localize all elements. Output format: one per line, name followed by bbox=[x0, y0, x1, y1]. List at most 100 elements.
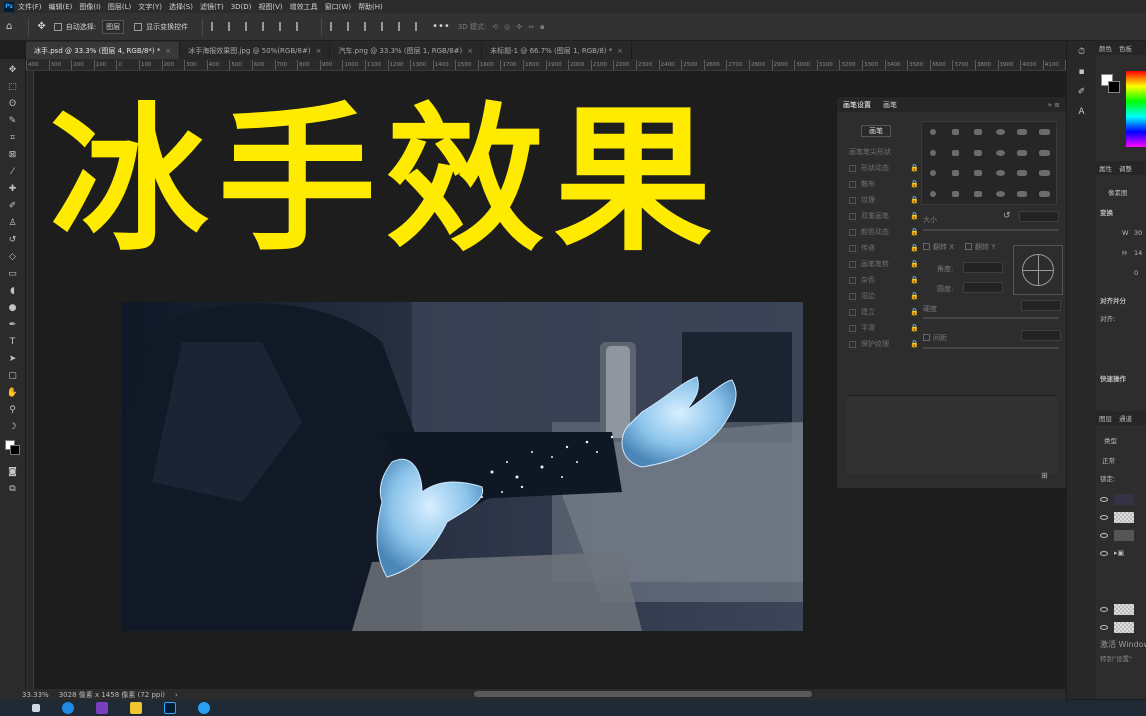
brush-tip-shape[interactable]: 画笔笔尖形状 bbox=[849, 145, 919, 159]
close-icon[interactable]: × bbox=[467, 47, 473, 55]
lock-icon[interactable]: 🔒 bbox=[910, 276, 919, 284]
brush-preset[interactable] bbox=[1017, 149, 1028, 156]
3d-scale-icon[interactable]: ▪ bbox=[540, 23, 545, 31]
background-color[interactable] bbox=[9, 445, 20, 455]
spacing-checkbox[interactable] bbox=[923, 334, 930, 341]
align-middle-icon[interactable] bbox=[279, 22, 287, 31]
transform-heading[interactable]: 变换 bbox=[1100, 207, 1113, 217]
brush-option-item[interactable]: 杂色 🔒 bbox=[849, 273, 919, 287]
brush-preset[interactable] bbox=[1039, 190, 1051, 197]
option-checkbox[interactable] bbox=[849, 292, 856, 300]
character-icon[interactable]: A bbox=[1075, 105, 1089, 119]
angle-input[interactable] bbox=[963, 262, 1003, 273]
eye-icon[interactable] bbox=[1100, 624, 1108, 630]
align-left-icon[interactable] bbox=[211, 22, 219, 31]
type-tool-icon[interactable]: T bbox=[6, 334, 20, 349]
lock-icon[interactable]: 🔒 bbox=[910, 180, 919, 188]
flip-x-checkbox[interactable] bbox=[923, 243, 930, 250]
layer-row[interactable] bbox=[1096, 619, 1146, 635]
option-checkbox[interactable] bbox=[849, 260, 856, 268]
tab-document[interactable]: 冰手海报效果图.jpg @ 50%(RGB/8#) × bbox=[180, 42, 331, 59]
brush-option-item[interactable]: 双重画笔 🔒 bbox=[849, 209, 919, 223]
brush-preset[interactable] bbox=[930, 149, 937, 156]
roundness-input[interactable] bbox=[963, 282, 1003, 293]
3d-pan-icon[interactable]: ✣ bbox=[516, 23, 522, 31]
brush-preset[interactable] bbox=[1017, 129, 1028, 136]
option-checkbox[interactable] bbox=[849, 308, 856, 316]
menu-help[interactable]: 帮助(H) bbox=[358, 2, 383, 12]
brush-option-item[interactable]: 散布 🔒 bbox=[849, 177, 919, 191]
screen-mode-icon[interactable]: ⧉ bbox=[6, 481, 20, 496]
tab-document[interactable]: 汽车.png @ 33.3% (图层 1, RGB/8#) × bbox=[330, 42, 483, 59]
3d-slide-icon[interactable]: ⇔ bbox=[528, 23, 534, 31]
distribute-icon[interactable] bbox=[415, 22, 423, 31]
horizontal-ruler[interactable]: 400 300 200 100 0 100 200 300 400 500 600 700 800 900… bbox=[26, 59, 1066, 71]
blend-mode-select[interactable]: 正常 bbox=[1102, 455, 1115, 465]
angle-roundness-widget[interactable] bbox=[1013, 245, 1063, 295]
tab-brushes[interactable]: 画笔 bbox=[883, 100, 897, 110]
distribute-icon[interactable] bbox=[330, 22, 338, 31]
new-preset-icon[interactable]: ⊞ bbox=[1041, 471, 1048, 480]
layer-filter-kind[interactable]: 类型 bbox=[1104, 435, 1117, 445]
hardness-input[interactable] bbox=[1021, 300, 1061, 311]
3d-rotate-icon[interactable]: ⟲ bbox=[492, 23, 498, 31]
path-select-icon[interactable]: ➤ bbox=[6, 351, 20, 366]
tab-document[interactable]: 冰手.psd @ 33.3% (图层 4, RGB/8*) * × bbox=[26, 42, 181, 59]
crop-tool-icon[interactable]: ⌗ bbox=[6, 130, 20, 145]
layer-group-row[interactable]: ▸▣ bbox=[1096, 545, 1146, 561]
move-tool-icon[interactable]: ✥ bbox=[37, 21, 45, 32]
hand-tool-icon[interactable]: ✋ bbox=[6, 385, 20, 400]
spacing-input[interactable] bbox=[1021, 330, 1061, 341]
tab-properties[interactable]: 属性 bbox=[1099, 163, 1112, 173]
quick-actions-heading[interactable]: 快速操作 bbox=[1100, 373, 1126, 383]
eye-icon[interactable] bbox=[1100, 514, 1108, 520]
quick-select-tool-icon[interactable]: ✎ bbox=[6, 113, 20, 128]
healing-brush-icon[interactable]: ✚ bbox=[6, 181, 20, 196]
lock-icon[interactable]: 🔒 bbox=[910, 212, 919, 220]
clone-stamp-icon[interactable]: ♙ bbox=[6, 215, 20, 230]
brush-preset-grid[interactable] bbox=[921, 121, 1057, 205]
lock-icon[interactable]: 🔒 bbox=[910, 324, 919, 332]
eraser-tool-icon[interactable]: ◇ bbox=[6, 249, 20, 264]
brush-preset[interactable] bbox=[973, 149, 982, 156]
brush-preset[interactable] bbox=[995, 170, 1005, 177]
brush-preset[interactable] bbox=[995, 129, 1005, 136]
brush-preset[interactable] bbox=[930, 170, 937, 177]
brush-option-item[interactable]: 纹理 🔒 bbox=[849, 193, 919, 207]
hardness-slider[interactable] bbox=[923, 317, 1059, 319]
size-slider[interactable] bbox=[923, 229, 1059, 231]
photoshop-taskbar-icon[interactable] bbox=[164, 702, 176, 714]
brush-option-item[interactable]: 平滑 🔒 bbox=[849, 321, 919, 335]
brush-option-item[interactable]: 湿边 🔒 bbox=[849, 289, 919, 303]
menu-plugins[interactable]: 增效工具 bbox=[290, 2, 318, 12]
eyedropper-tool-icon[interactable]: ⁄ bbox=[6, 164, 20, 179]
distribute-icon[interactable] bbox=[347, 22, 355, 31]
menu-select[interactable]: 选择(S) bbox=[169, 2, 193, 12]
brush-option-item[interactable]: 传递 🔒 bbox=[849, 241, 919, 255]
search-icon[interactable] bbox=[32, 704, 40, 712]
lock-icon[interactable]: 🔒 bbox=[910, 260, 919, 268]
quick-mask-icon[interactable]: ◙ bbox=[6, 464, 20, 479]
lasso-tool-icon[interactable]: ʘ bbox=[6, 96, 20, 111]
menu-type[interactable]: 文字(Y) bbox=[138, 2, 162, 12]
spacing-slider[interactable] bbox=[923, 347, 1059, 349]
size-input[interactable] bbox=[1019, 211, 1059, 222]
align-center-icon[interactable] bbox=[228, 22, 236, 31]
eye-icon[interactable] bbox=[1100, 550, 1108, 556]
comment-icon[interactable]: ▪ bbox=[1075, 65, 1089, 79]
option-checkbox[interactable] bbox=[849, 196, 856, 204]
brush-option-item[interactable]: 保护纹理 🔒 bbox=[849, 337, 919, 351]
brush-option-item[interactable]: 画笔笔势 🔒 bbox=[849, 257, 919, 271]
option-checkbox[interactable] bbox=[849, 212, 856, 220]
tab-channels[interactable]: 通道 bbox=[1119, 413, 1132, 423]
brush-preset[interactable] bbox=[951, 149, 959, 156]
zoom-tool-icon[interactable]: ⚲ bbox=[6, 402, 20, 417]
brush-option-item[interactable]: 形状动态 🔒 bbox=[849, 161, 919, 175]
option-checkbox[interactable] bbox=[849, 244, 856, 252]
status-menu-icon[interactable]: › bbox=[175, 691, 178, 699]
media-app-icon[interactable] bbox=[96, 702, 108, 714]
option-checkbox[interactable] bbox=[849, 228, 856, 236]
angle-value[interactable]: 0 bbox=[1134, 269, 1138, 277]
menu-3d[interactable]: 3D(D) bbox=[231, 3, 252, 11]
brush-preset[interactable] bbox=[995, 190, 1005, 197]
